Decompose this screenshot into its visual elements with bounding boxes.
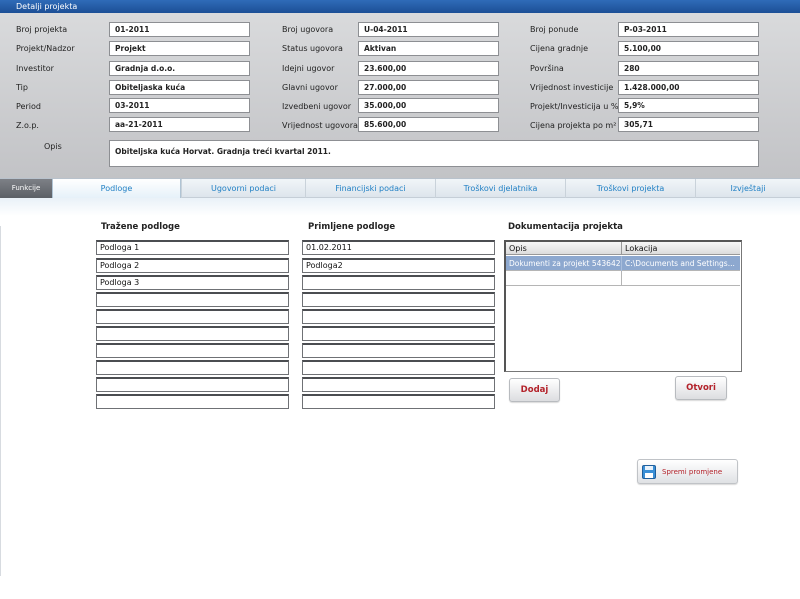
tab-financijski-podaci[interactable]: Financijski podaci <box>305 179 435 198</box>
documents-grid-header: Opis Lokacija <box>506 242 740 255</box>
table-row[interactable]: Dokumenti za projekt 543642 C:\Documents… <box>506 256 740 271</box>
label-tip: Tip <box>16 83 28 92</box>
table-row[interactable] <box>506 271 740 286</box>
trazena-podloga-2[interactable]: Podloga 2 <box>96 258 289 273</box>
cell-opis <box>506 271 622 286</box>
label-cijena-projekta-m2: Cijena projekta po m² <box>530 121 617 130</box>
label-idejni-ugovor: Idejni ugovor <box>282 64 335 73</box>
primljena-podloga-9[interactable] <box>302 377 495 392</box>
column-header-opis[interactable]: Opis <box>506 242 622 255</box>
label-vrijednost-ugovora: Vrijednost ugovora <box>282 121 358 130</box>
functions-label: Funkcije <box>0 179 52 198</box>
trazena-podloga-6[interactable] <box>96 326 289 341</box>
input-vrijednost-investicije[interactable]: 1.428.000,00 <box>618 80 759 95</box>
cell-opis: Dokumenti za projekt 543642 <box>506 256 622 271</box>
input-broj-ponude[interactable]: P-03-2011 <box>618 22 759 37</box>
label-projekt-investicija: Projekt/Investicija u % <box>530 102 619 111</box>
section-title-trazene: Tražene podloge <box>101 222 180 232</box>
trazena-podloga-3[interactable]: Podloga 3 <box>96 275 289 290</box>
primljena-podloga-7[interactable] <box>302 343 495 358</box>
trazena-podloga-7[interactable] <box>96 343 289 358</box>
primljena-podloga-8[interactable] <box>302 360 495 375</box>
trazena-podloga-5[interactable] <box>96 309 289 324</box>
input-izvedbeni-ugovor[interactable]: 35.000,00 <box>358 98 499 113</box>
label-izvedbeni-ugovor: Izvedbeni ugovor <box>282 102 352 111</box>
section-title-dokumentacija: Dokumentacija projekta <box>508 222 623 232</box>
primljena-podloga-1[interactable]: 01.02.2011 <box>302 240 495 255</box>
primljena-podloga-10[interactable] <box>302 394 495 409</box>
save-changes-button[interactable]: Spremi promjene <box>637 459 738 484</box>
primljena-podloga-5[interactable] <box>302 309 495 324</box>
input-investitor[interactable]: Gradnja d.o.o. <box>109 61 250 76</box>
input-vrijednost-ugovora[interactable]: 85.600,00 <box>358 117 499 132</box>
label-period: Period <box>16 102 41 111</box>
window-titlebar: Detalji projekta <box>0 0 800 13</box>
label-cijena-gradnje: Cijena gradnje <box>530 44 589 53</box>
input-cijena-projekta-m2[interactable]: 305,71 <box>618 117 759 132</box>
column-header-lokacija[interactable]: Lokacija <box>622 242 740 255</box>
label-status-ugovora: Status ugovora <box>282 44 343 53</box>
trazena-podloga-8[interactable] <box>96 360 289 375</box>
primljena-podloga-4[interactable] <box>302 292 495 307</box>
cell-lokacija: C:\Documents and Settings... <box>625 259 735 268</box>
label-broj-projekta: Broj projekta <box>16 25 68 34</box>
cell-lokacija <box>622 271 740 286</box>
tab-bar: Funkcije Podloge Ugovorni podaci Financi… <box>0 178 800 198</box>
label-investitor: Investitor <box>16 64 54 73</box>
label-broj-ugovora: Broj ugovora <box>282 25 334 34</box>
documents-grid: Opis Lokacija Dokumenti za projekt 54364… <box>504 240 742 372</box>
input-tip[interactable]: Obiteljaska kuća <box>109 80 250 95</box>
label-opis: Opis <box>44 142 62 151</box>
tab-izvjestaji[interactable]: Izvještaji <box>695 179 800 198</box>
save-changes-label: Spremi promjene <box>662 468 723 476</box>
input-period[interactable]: 03-2011 <box>109 98 250 113</box>
input-status-ugovora[interactable]: Aktivan <box>358 41 499 56</box>
window-title: Detalji projekta <box>16 2 78 11</box>
content-left-border <box>0 226 1 576</box>
label-glavni-ugovor: Glavni ugovor <box>282 83 338 92</box>
section-title-primljene: Primljene podloge <box>308 222 396 232</box>
input-idejni-ugovor[interactable]: 23.600,00 <box>358 61 499 76</box>
input-broj-projekta[interactable]: 01-2011 <box>109 22 250 37</box>
input-povrsina[interactable]: 280 <box>618 61 759 76</box>
tab-ugovorni-podaci[interactable]: Ugovorni podaci <box>181 179 305 198</box>
primljena-podloga-2[interactable]: Podloga2 <box>302 258 495 273</box>
add-document-button[interactable]: Dodaj <box>509 378 560 402</box>
tab-troskovi-projekta[interactable]: Troškovi projekta <box>565 179 695 198</box>
primljena-podloga-6[interactable] <box>302 326 495 341</box>
trazena-podloga-9[interactable] <box>96 377 289 392</box>
label-zop: Z.o.p. <box>16 121 39 130</box>
input-zop[interactable]: aa-21-2011 <box>109 117 250 132</box>
label-broj-ponude: Broj ponude <box>530 25 579 34</box>
trazena-podloga-4[interactable] <box>96 292 289 307</box>
trazena-podloga-10[interactable] <box>96 394 289 409</box>
primljena-podloga-3[interactable] <box>302 275 495 290</box>
label-povrsina: Površina <box>530 64 564 73</box>
tab-troskovi-djelatnika[interactable]: Troškovi djelatnika <box>435 179 565 198</box>
input-broj-ugovora[interactable]: U-04-2011 <box>358 22 499 37</box>
textarea-opis[interactable]: Obiteljska kuća Horvat. Gradnja treći kv… <box>109 140 759 167</box>
label-projekt-nadzor: Projekt/Nadzor <box>16 44 75 53</box>
input-glavni-ugovor[interactable]: 27.000,00 <box>358 80 499 95</box>
tab-podloge[interactable]: Podloge <box>52 179 181 198</box>
input-projekt-investicija[interactable]: 5,9% <box>618 98 759 113</box>
floppy-disk-icon <box>642 465 656 479</box>
label-vrijednost-investicije: Vrijednost investicije <box>530 83 614 92</box>
open-document-button[interactable]: Otvori <box>675 376 727 400</box>
trazena-podloga-1[interactable]: Podloga 1 <box>96 240 289 255</box>
input-cijena-gradnje[interactable]: 5.100,00 <box>618 41 759 56</box>
input-projekt-nadzor[interactable]: Projekt <box>109 41 250 56</box>
